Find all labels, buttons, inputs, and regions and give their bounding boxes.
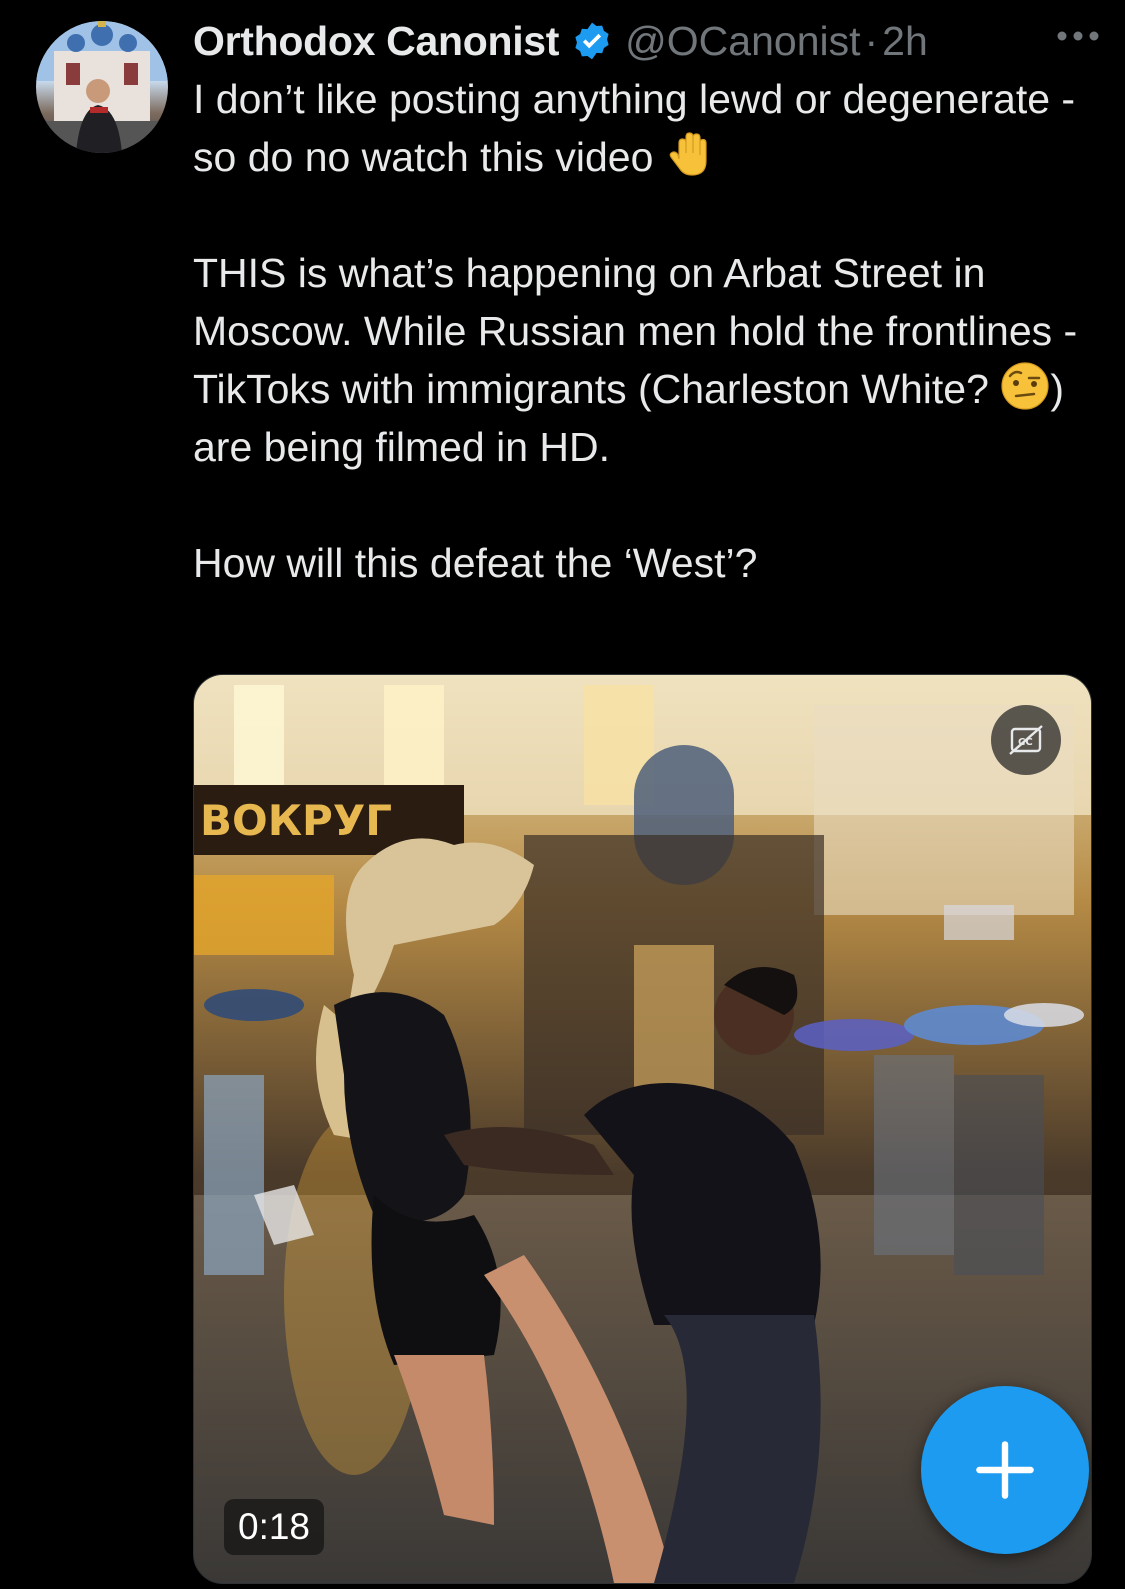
tweet-text-segment: THIS is what’s happening on Arbat Street… xyxy=(193,250,1078,412)
captions-off-icon: CC xyxy=(1009,725,1043,755)
face-with-raised-eyebrow-emoji-icon xyxy=(1000,361,1050,411)
author-display-name[interactable]: Orthodox Canonist xyxy=(193,18,559,65)
plus-icon xyxy=(976,1441,1034,1499)
tweet-body: I don’t like posting anything lewd or de… xyxy=(193,70,1093,592)
tweet-paragraph-1: I don’t like posting anything lewd or de… xyxy=(193,70,1093,186)
tweet-timestamp[interactable]: 2h xyxy=(882,18,928,65)
verified-badge-icon xyxy=(571,20,613,62)
raised-hand-emoji-icon xyxy=(665,129,715,179)
captions-off-button[interactable]: CC xyxy=(991,705,1061,775)
author-avatar[interactable] xyxy=(36,21,168,153)
video-duration-badge: 0:18 xyxy=(224,1499,325,1555)
more-options-icon[interactable] xyxy=(1055,22,1101,50)
tweet-paragraph-3: How will this defeat the ‘West’? xyxy=(193,540,758,586)
avatar-image xyxy=(36,21,168,153)
tweet-header: Orthodox Canonist @OCanonist · 2h xyxy=(193,14,1101,68)
compose-tweet-button[interactable] xyxy=(921,1386,1089,1554)
tweet-paragraph-2: THIS is what’s happening on Arbat Street… xyxy=(193,244,1093,476)
tweet-text-segment: I don’t like posting anything lewd or de… xyxy=(193,76,1076,180)
svg-text:ВОКРУГ: ВОКРУГ xyxy=(200,796,392,845)
header-separator: · xyxy=(864,17,879,64)
author-handle[interactable]: @OCanonist xyxy=(625,18,860,65)
